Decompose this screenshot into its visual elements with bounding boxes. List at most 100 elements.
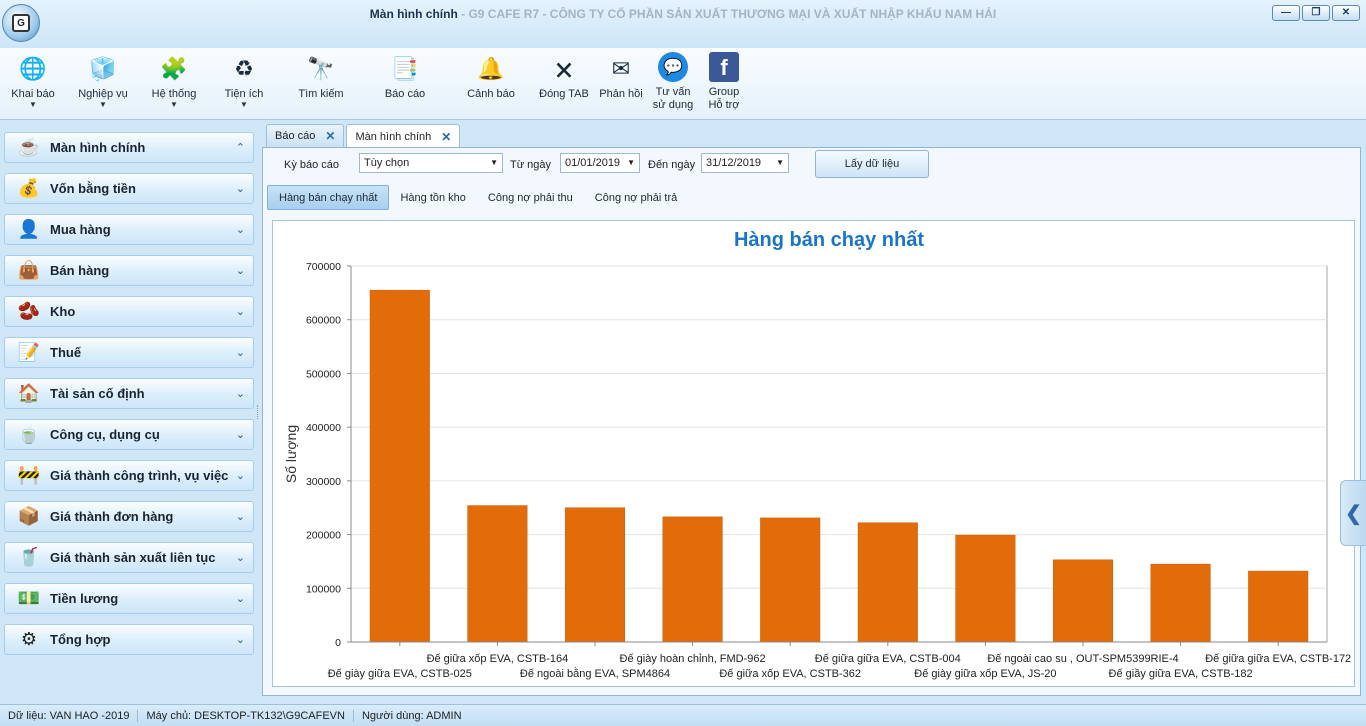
- chevron-down-icon: ▼: [627, 158, 635, 167]
- sidebar-item[interactable]: ☕ Màn hình chính ⌃: [4, 132, 254, 163]
- sidebar-item-label: Tiền lương: [50, 591, 119, 606]
- period-select[interactable]: Tùy chọn ▼: [359, 153, 503, 173]
- bar: [564, 507, 626, 643]
- ribbon-button-bell[interactable]: 🔔 Cảnh báo: [462, 52, 520, 101]
- sidebar-splitter[interactable]: [257, 405, 260, 419]
- sidebar-item[interactable]: 🚧 Giá thành công trình, vụ việc ⌄: [4, 460, 254, 491]
- report-tab[interactable]: Công nợ phải trả: [584, 185, 688, 210]
- chevron-down-icon: ▼: [490, 158, 498, 167]
- chart-title: Hàng bán chạy nhất: [734, 229, 924, 251]
- ribbon-button-messenger[interactable]: 💬 Tư vấn sử dụng: [651, 52, 695, 112]
- bar: [857, 522, 918, 643]
- sidebar-item-label: Tổng hợp: [50, 632, 111, 647]
- checklist-icon: 📝: [17, 342, 41, 362]
- collapse-panel-handle[interactable]: ❮: [1340, 480, 1366, 546]
- y-axis-label: Số lượng: [283, 425, 299, 483]
- status-bar: Dữ liệu: VAN HAO -2019 Máy chủ: DESKTOP-…: [0, 704, 1366, 726]
- fetch-data-button[interactable]: Lấy dữ liệu: [815, 150, 929, 178]
- sidebar-item[interactable]: 🍵 Công cụ, dụng cụ ⌄: [4, 419, 254, 450]
- ribbon-toolbar: 🌐 Khai báo ▼ 🧊 Nghiệp vụ ▼ 🧩 Hệ thống ▼ ♻ Tiện ích…: [0, 48, 1366, 120]
- report-tab[interactable]: Công nợ phải thu: [477, 185, 584, 210]
- mail-icon: ✉: [611, 55, 631, 81]
- document-tab[interactable]: Báo cáo ✕: [266, 124, 345, 147]
- sidebar-item-label: Thuế: [50, 345, 82, 360]
- x-tick-label: Đế giữa xốp EVA, CSTB-164: [427, 653, 569, 665]
- x-tick-label: Đế giày hoàn chỉnh, FMD-962: [620, 653, 766, 665]
- period-label: Kỳ báo cáo: [284, 159, 340, 171]
- close-window-button[interactable]: ✕: [1332, 5, 1360, 21]
- sidebar-item[interactable]: 👜 Bán hàng ⌄: [4, 255, 254, 286]
- ribbon-button-report[interactable]: 📑 Báo cáo: [382, 52, 428, 101]
- ribbon-label: Group Hỗ trợ: [708, 86, 740, 111]
- y-tick-label: 0: [335, 637, 341, 649]
- ribbon-button-close-tab[interactable]: 🗙 Đóng TAB: [538, 52, 590, 101]
- ribbon-button-cube[interactable]: 🧊 Nghiệp vụ ▼: [74, 52, 132, 109]
- chevron-icon: ⌄: [235, 265, 245, 277]
- best-sellers-chart: Hàng bán chạy nhất 0 100000 200000 300000 400…: [272, 220, 1355, 687]
- y-tick-label: 100000: [306, 583, 341, 595]
- sidebar-item[interactable]: 📦 Giá thành đơn hàng ⌄: [4, 501, 254, 532]
- ribbon-button-facebook[interactable]: f Group Hỗ trợ: [704, 52, 744, 112]
- close-tab-icon[interactable]: ✕: [441, 130, 451, 144]
- status-database: Dữ liệu: VAN HAO -2019: [0, 709, 139, 722]
- title-bar: G Màn hình chính - G9 CAFE R7 - CÔNG TY …: [0, 0, 1366, 48]
- chevron-icon: ⌄: [235, 470, 245, 482]
- salary-icon: 💵: [17, 588, 41, 608]
- y-tick-label: 600000: [306, 315, 341, 327]
- y-tick-label: 300000: [306, 476, 341, 488]
- sidebar-item[interactable]: 💵 Tiền lương ⌄: [4, 583, 254, 614]
- sidebar-item-label: Kho: [50, 304, 76, 319]
- from-date-value: 01/01/2019: [565, 157, 621, 169]
- report-tab[interactable]: Hàng tồn kho: [389, 185, 476, 210]
- sidebar-item[interactable]: 👤 Mua hàng ⌄: [4, 214, 254, 245]
- ribbon-button-binoculars[interactable]: 🔭 Tìm kiếm: [294, 52, 348, 101]
- house-icon: 🏠: [17, 383, 41, 403]
- chevron-icon: ⌄: [235, 183, 245, 195]
- window-title-company: - G9 CAFE R7 - CÔNG TY CỔ PHẦN SẢN XUẤT …: [457, 7, 997, 21]
- document-tab[interactable]: Màn hình chính ✕: [346, 124, 461, 148]
- facebook-icon: f: [709, 52, 739, 82]
- y-tick-label: 200000: [306, 530, 341, 542]
- ribbon-button-recycle[interactable]: ♻ Tiện ích ▼: [218, 52, 270, 109]
- coffee-beans-icon: 🫘: [17, 301, 41, 321]
- bell-icon: 🔔: [477, 55, 505, 81]
- x-tick-label: Đế giữa xốp EVA, CSTB-362: [719, 668, 861, 680]
- sidebar-item[interactable]: 📝 Thuế ⌄: [4, 337, 254, 368]
- x-tick-label: Đế giày giữa EVA, CSTB-025: [328, 668, 472, 680]
- sidebar-item-label: Mua hàng: [50, 222, 111, 237]
- y-tick-label: 400000: [306, 422, 341, 434]
- bar: [467, 505, 528, 643]
- caret-down-icon: ▼: [99, 100, 107, 109]
- sidebar-item-label: Màn hình chính: [50, 140, 146, 155]
- recycle-icon: ♻: [234, 55, 254, 81]
- globe-icon: 🌐: [19, 55, 47, 81]
- sidebar-item-label: Giá thành đơn hàng: [50, 509, 174, 524]
- document-tabs: Báo cáo ✕ Màn hình chính ✕: [266, 124, 462, 148]
- sidebar-item-label: Giá thành sản xuất liên tục: [50, 550, 216, 565]
- blocks-icon: 🧩: [160, 55, 188, 81]
- ribbon-label: Báo cáo: [384, 88, 426, 100]
- ribbon-button-globe[interactable]: 🌐 Khai báo ▼: [10, 52, 56, 109]
- bar: [760, 517, 821, 643]
- sidebar-item[interactable]: 🥤 Giá thành sản xuất liên tục ⌄: [4, 542, 254, 573]
- buyer-icon: 👤: [17, 219, 41, 239]
- minimize-button[interactable]: —: [1272, 5, 1300, 21]
- restore-button[interactable]: ❐: [1302, 5, 1330, 21]
- bar-chart-svg: Hàng bán chạy nhất 0 100000 200000 300000 400…: [283, 229, 1351, 680]
- to-date-picker[interactable]: 31/12/2019 ▼: [701, 153, 789, 173]
- ribbon-button-mail[interactable]: ✉ Phản hồi: [598, 52, 644, 101]
- chevron-down-icon: ▼: [776, 158, 784, 167]
- report-tab[interactable]: Hàng bán chạy nhất: [267, 185, 390, 210]
- x-tick-label: Đế giày giữa xốp EVA, JS-20: [914, 668, 1056, 680]
- close-tab-icon[interactable]: ✕: [325, 129, 335, 143]
- from-date-picker[interactable]: 01/01/2019 ▼: [560, 153, 640, 173]
- bar: [955, 534, 1016, 643]
- ribbon-button-blocks[interactable]: 🧩 Hệ thống ▼: [146, 52, 202, 109]
- sidebar-item[interactable]: 🫘 Kho ⌄: [4, 296, 254, 327]
- period-value: Tùy chọn: [364, 157, 410, 169]
- ribbon-label: Cảnh báo: [467, 88, 515, 100]
- sidebar-item[interactable]: 🏠 Tài sản cố định ⌄: [4, 378, 254, 409]
- sidebar-item[interactable]: ⚙ Tổng hợp ⌄: [4, 624, 254, 655]
- sidebar-item[interactable]: 💰 Vốn bằng tiền ⌄: [4, 173, 254, 204]
- sidebar-item-label: Công cụ, dụng cụ: [50, 427, 160, 442]
